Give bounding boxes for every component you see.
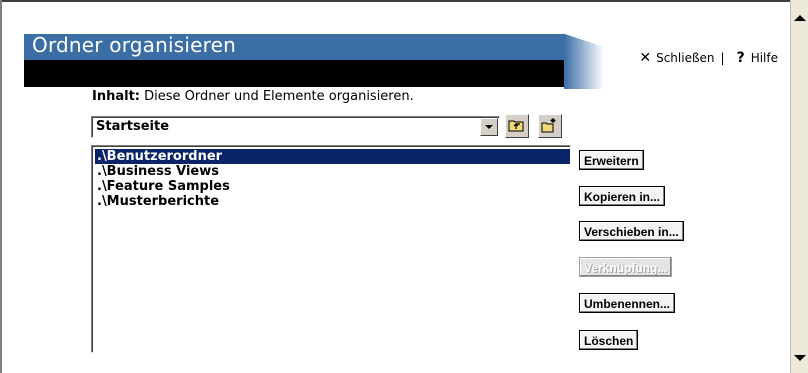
folder-up-icon xyxy=(508,120,524,132)
list-item[interactable]: .\Musterberichte xyxy=(95,194,570,209)
shortcut-button[interactable]: Verknüpfung... xyxy=(579,257,673,277)
help-icon[interactable]: ? xyxy=(737,50,745,66)
folder-up-button[interactable] xyxy=(505,114,529,138)
vertical-scrollbar[interactable] xyxy=(790,0,808,373)
content-label: Inhalt: Diese Ordner und Elemente organi… xyxy=(92,89,414,104)
new-folder-button[interactable] xyxy=(538,114,562,138)
chevron-down-icon[interactable] xyxy=(480,118,498,136)
list-item[interactable]: .\Feature Samples xyxy=(95,179,570,194)
folder-dropdown[interactable]: Startseite xyxy=(91,116,500,138)
separator: | xyxy=(720,51,725,65)
scroll-down-icon[interactable] xyxy=(794,355,806,361)
scroll-up-icon[interactable] xyxy=(794,15,806,21)
items-listbox[interactable]: .\Benutzerordner .\Business Views .\Feat… xyxy=(91,145,571,353)
copy-to-button[interactable]: Kopieren in... xyxy=(579,186,666,206)
list-item[interactable]: .\Business Views xyxy=(95,164,570,179)
folder-dropdown-value: Startseite xyxy=(96,119,170,134)
header-actions: ✕ Schließen | ? Hilfe xyxy=(639,50,778,66)
help-link[interactable]: Hilfe xyxy=(751,51,778,65)
page-title: Ordner organisieren xyxy=(32,33,237,57)
list-item[interactable]: .\Benutzerordner xyxy=(95,149,570,164)
delete-button[interactable]: Löschen xyxy=(579,330,639,350)
rename-button[interactable]: Umbenennen... xyxy=(579,293,676,313)
move-to-button[interactable]: Verschieben in... xyxy=(579,221,684,241)
expand-button[interactable]: Erweitern xyxy=(579,150,644,170)
new-folder-icon xyxy=(541,118,556,133)
close-icon[interactable]: ✕ xyxy=(639,50,651,66)
dialog-header: Ordner organisieren ✕ Schließen | ? Hilf… xyxy=(2,2,790,89)
close-link[interactable]: Schließen xyxy=(656,51,714,65)
